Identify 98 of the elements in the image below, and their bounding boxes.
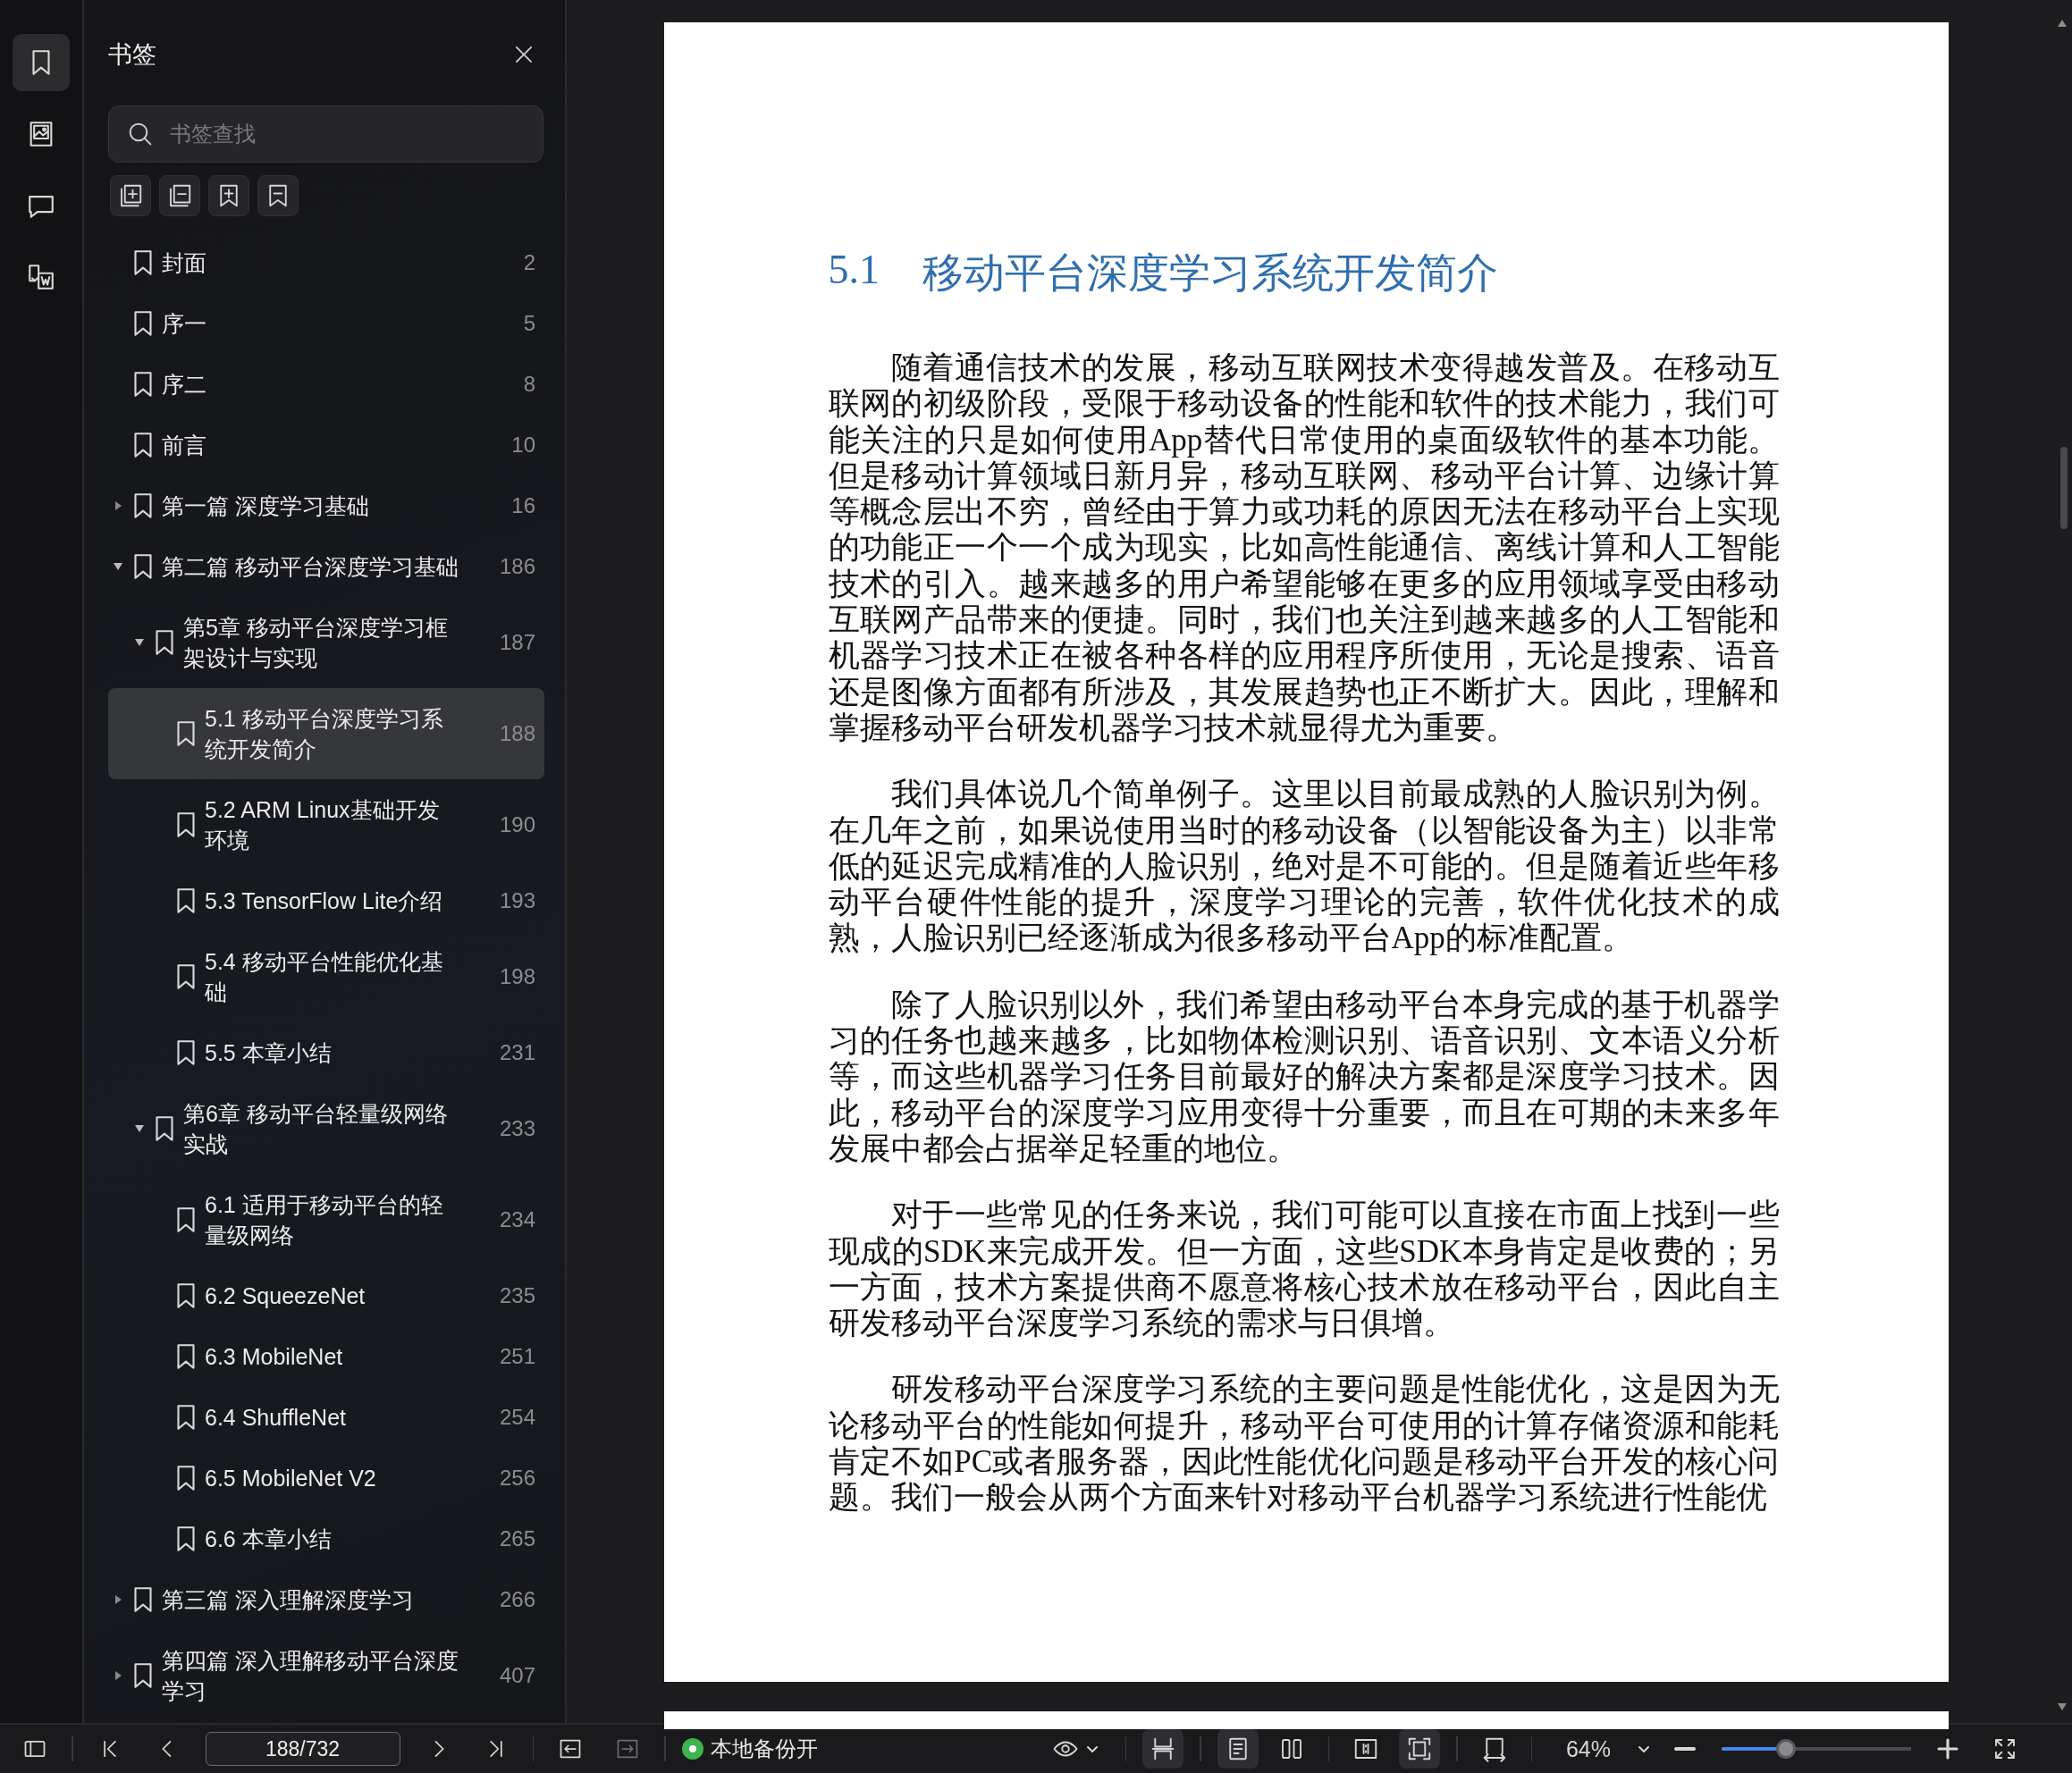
bookmark-title: 6.5 MobileNet V2 [205, 1465, 377, 1492]
bookmark-title: 第一篇 深度学习基础 [162, 492, 370, 520]
toolbar-button[interactable] [257, 175, 299, 216]
scroll-down-icon[interactable] [2058, 1703, 2067, 1710]
bookmark-item[interactable]: 5.4 移动平台性能优化基础 198 [108, 931, 544, 1022]
bookmark-item[interactable]: 5.1 移动平台深度学习系统开发简介 188 [108, 688, 544, 779]
body-paragraph: 我们具体说几个简单例子。这里以目前最成熟的人脸识别为例。在几年之前，如果说使用当时的移动设备（以智能设备为主）以非常低的延迟完成精准的人脸识别，绝对是不可能的。但是随着近些年移动平台硬件性能的提升，深度学习理论的完善，软件优化技术的成熟，人脸识别已经逐渐成为很多移动平台App的标准配置。 [828, 777, 1780, 957]
page-number: 233 [498, 1116, 535, 1141]
bookmark-item[interactable]: 第6章 移动平台轻量级网络实战 233 [108, 1083, 544, 1174]
body-paragraph: 研发移动平台深度学习系统的主要问题是性能优化，这是因为无论移动平台的性能如何提升，移动平台可使用的计算存储资源和能耗肯定不如PC或者服务器，因此性能优化问题是移动平台开发的核心问题。我们一般会从两个方面来针对移动平台机器学习系统进行性能优 [828, 1372, 1780, 1517]
bookmark-title: 第二篇 移动平台深度学习基础 [162, 553, 459, 581]
toolbar-button[interactable] [159, 175, 200, 216]
bookmark-title: 6.3 MobileNet [205, 1343, 344, 1371]
bookmark-title: 5.1 移动平台深度学习系统开发简介 [205, 705, 444, 763]
bookmark-item[interactable]: 6.5 MobileNet V2 256 [108, 1448, 544, 1508]
bookmark-title: 序一 [162, 310, 207, 338]
toolbar-button[interactable] [110, 175, 151, 216]
view-mode-button[interactable] [1142, 1729, 1183, 1769]
bookmark-title: 序二 [162, 371, 207, 399]
fit-page-icon [1406, 1735, 1433, 1762]
page-number: 10 [510, 433, 535, 458]
collapsed-arrow-icon[interactable] [114, 1671, 122, 1680]
view-mode-button[interactable] [1399, 1729, 1440, 1769]
body-paragraph: 随着通信技术的发展，移动互联网技术变得越发普及。在移动互联网的初级阶段，受限于移动设备的性能和软件的技术能力，我们可能关注的只是如何使用App替代日常使用的桌面级软件的基本功能。但是移动计算领域日新月异，移动互联网、移动平台计算、边缘计算等概念层出不穷，曾经由于算力或功耗的原因无法在移动平台上实现的功能正一个一个成为现实，比如高性能通信、离线计算和人工智能技术的引入。越来越多的用户希望能够在更多的应用领域享受由移动互联网产品带来的便捷。同时，我们也关注到越来越多的人工智能和机器学习技术正在被各种各样的应用程序所使用，无论是搜索、语音还是图像方面都有所涉及，其发展趋势也正不断扩大。因此，理解和掌握移动平台研发机器学习技术就显得尤为重要。 [828, 350, 1780, 747]
bookmark-item[interactable]: 序一 5 [108, 293, 544, 354]
bookmark-item[interactable]: 5.5 本章小结 231 [108, 1022, 544, 1083]
collapsed-arrow-icon[interactable] [114, 1595, 122, 1604]
bookmark-title: 第5章 移动平台深度学习框架设计与实现 [183, 614, 449, 672]
bookmark-title: 6.6 本章小结 [205, 1525, 333, 1553]
scrollbar-thumb[interactable] [2060, 447, 2068, 529]
bookmark-item[interactable]: 封面 2 [108, 232, 544, 293]
page-number: 5 [522, 311, 535, 336]
scroll-up-icon[interactable] [2058, 20, 2067, 27]
page-number: 193 [498, 888, 535, 913]
sidebar-tab[interactable] [13, 34, 70, 91]
bookmark-title: 5.5 本章小结 [205, 1039, 333, 1067]
section-heading: 移动平台深度学习系统开发简介 [922, 249, 1498, 298]
page-number: 407 [498, 1663, 535, 1688]
page-number: 265 [498, 1526, 535, 1551]
bookmark-item[interactable]: 6.6 本章小结 265 [108, 1508, 544, 1569]
bookmark-item[interactable]: 6.4 ShuffleNet 254 [108, 1387, 544, 1448]
expanded-arrow-icon[interactable] [135, 1125, 144, 1132]
page-number: 251 [498, 1344, 535, 1369]
search-field[interactable]: 书签查找 [108, 105, 543, 163]
bookmark-item[interactable]: 前言 10 [108, 415, 544, 475]
page-number: 254 [498, 1405, 535, 1430]
caret-icon [1638, 1744, 1650, 1753]
bookmark-title: 第三篇 深入理解深度学习 [162, 1586, 415, 1614]
backup-status: 本地备份开 [710, 1735, 818, 1762]
bookmark-item[interactable]: 6.3 MobileNet 251 [108, 1326, 544, 1387]
section-number: 5.1 [828, 246, 880, 294]
bookmark-title: 第四篇 深入理解移动平台深度学习 [162, 1647, 459, 1705]
bookmark-item[interactable]: 5.2 ARM Linux基础开发环境 190 [108, 779, 544, 870]
page-number: 198 [498, 964, 535, 989]
page-number: 16 [510, 493, 535, 518]
view-mode-button[interactable] [1217, 1729, 1259, 1769]
document-convert-icon [26, 262, 56, 292]
page-number: 190 [498, 812, 535, 837]
collapsed-arrow-icon[interactable] [114, 501, 122, 510]
page-number: 266 [498, 1587, 535, 1612]
bookmark-title: 5.3 TensorFlow Lite介绍 [205, 887, 444, 915]
page-number: 2 [522, 250, 535, 275]
page-number: 187 [498, 630, 535, 655]
body-paragraph: 除了人脸识别以外，我们希望由移动平台本身完成的基于机器学习的任务也越来越多，比如物体检测识别、语音识别、文本语义分析等，而这些机器学习任务目前最好的解决方案都是深度学习技术。因此，移动平台的深度学习应用变得十分重要，而且在可期的未来多年发展中都会占据举足轻重的地位。 [828, 987, 1780, 1168]
minus-icon [1674, 1747, 1696, 1751]
bookmark-item[interactable]: 第一篇 深度学习基础 16 [108, 475, 544, 536]
continuous-scroll-icon [1150, 1735, 1176, 1762]
bookmark-item[interactable]: 6.1 适用于移动平台的轻量级网络 234 [108, 1174, 544, 1265]
bookmark-title: 6.2 SqueezeNet [205, 1282, 366, 1310]
bookmark-title: 第6章 移动平台轻量级网络实战 [183, 1100, 449, 1158]
page-number: 231 [498, 1040, 535, 1065]
bookmark-title: 6.1 适用于移动平台的轻量级网络 [205, 1191, 444, 1249]
page-number: 188 [498, 721, 535, 746]
page-number: 234 [498, 1207, 535, 1232]
expanded-arrow-icon[interactable] [114, 563, 122, 570]
bookmark-title: 5.2 ARM Linux基础开发环境 [205, 796, 441, 854]
caret-icon [1085, 1744, 1099, 1753]
bookmark-item[interactable]: 第四篇 深入理解移动平台深度学习 407 [108, 1630, 544, 1721]
expanded-arrow-icon[interactable] [135, 639, 144, 646]
bookmark-title: 前言 [162, 432, 207, 459]
bookmark-title: 6.4 ShuffleNet [205, 1404, 347, 1432]
toolbar-button[interactable] [208, 175, 249, 216]
bookmark-item[interactable]: 6.2 SqueezeNet 235 [108, 1265, 544, 1326]
bookmark-item[interactable]: 5.3 TensorFlow Lite介绍 193 [108, 870, 544, 931]
page-number: 235 [498, 1283, 535, 1308]
page-number: 186 [498, 554, 535, 579]
bookmark-item[interactable]: 第5章 移动平台深度学习框架设计与实现 187 [108, 597, 544, 688]
panel-title: 书签 [108, 40, 156, 70]
page-number: 256 [498, 1466, 535, 1491]
bookmark-item[interactable]: 第三篇 深入理解深度学习 266 [108, 1569, 544, 1630]
page-number: 8 [522, 372, 535, 397]
page-field[interactable]: 188/732 [205, 1732, 400, 1766]
bookmark-title: 5.4 移动平台性能优化基础 [205, 948, 444, 1006]
bookmark-item[interactable]: 第二篇 移动平台深度学习基础 186 [108, 536, 544, 597]
bookmark-item[interactable]: 序二 8 [108, 354, 544, 415]
body-paragraph: 对于一些常见的任务来说，我们可能可以直接在市面上找到一些现成的SDK来完成开发。但一方面，这些SDK本身肯定是收费的；另一方面，技术方案提供商不愿意将核心技术放在移动平台，因此自主研发移动平台深度学习系统的需求与日俱增。 [828, 1197, 1780, 1342]
zoom-value: 64% [1564, 1735, 1611, 1762]
bookmark-title: 封面 [162, 249, 207, 277]
